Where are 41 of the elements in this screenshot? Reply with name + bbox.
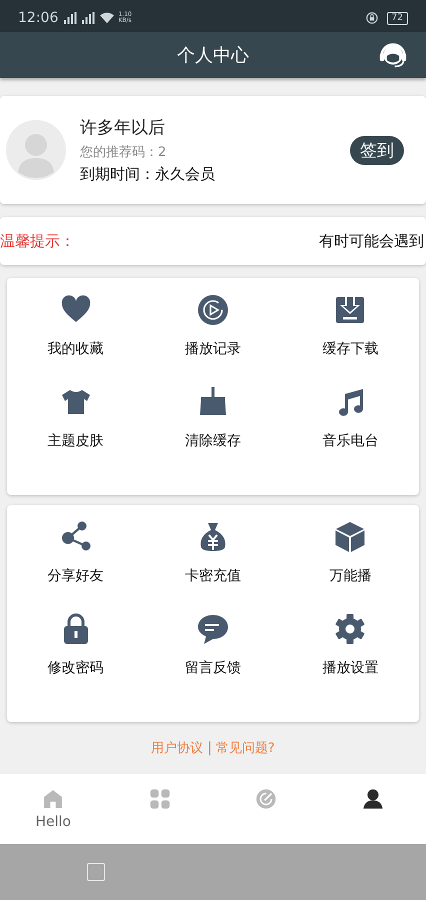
compass-icon [255, 788, 278, 810]
gear-icon [334, 613, 366, 645]
avatar-icon [6, 120, 66, 180]
support-button[interactable] [378, 41, 408, 69]
menu-item[interactable]: 缓存下载 [282, 286, 419, 378]
link-separator: | [207, 740, 212, 756]
menu-item[interactable]: 播放记录 [144, 286, 282, 378]
lock-rotation-icon [364, 12, 379, 24]
download-tray-icon [334, 294, 366, 326]
menu-item[interactable]: 修改密码 [7, 605, 144, 697]
signal-icon [82, 12, 96, 24]
wifi-icon [100, 12, 114, 24]
clock: 12:06 [18, 10, 58, 26]
menu-item[interactable]: 主题皮肤 [7, 378, 144, 470]
apps-grid-icon [148, 788, 171, 810]
menu-item[interactable]: 留言反馈 [144, 605, 282, 697]
headset-icon [378, 41, 408, 69]
person-icon [362, 788, 384, 810]
home-icon [42, 788, 64, 810]
menu-item[interactable]: 万能播 [282, 513, 419, 605]
signal-icon [64, 12, 78, 24]
sign-in-button[interactable]: 签到 [350, 136, 404, 164]
user-name: 许多年以后 [80, 117, 166, 139]
menu-item[interactable]: 清除缓存 [144, 378, 282, 470]
page-title: 个人中心 [177, 44, 249, 67]
recents-button[interactable] [87, 863, 105, 881]
referral-code: 您的推荐码：2 [80, 144, 168, 161]
tab-item[interactable]: Hello [0, 774, 106, 844]
menu-item[interactable]: 播放设置 [282, 605, 419, 697]
speech-bubble-icon [196, 613, 229, 645]
play-circle-icon [196, 294, 229, 326]
notice-text: 有时可能会遇到 [319, 232, 424, 250]
notice-label: 温馨提示： [0, 232, 75, 250]
battery-level: 72 [386, 12, 408, 24]
share-icon [60, 521, 92, 553]
menu-item[interactable]: 卡密充值 [144, 513, 282, 605]
cube-icon [334, 521, 366, 553]
menu-item[interactable]: 音乐电台 [282, 378, 419, 470]
membership-expiry: 到期时间：永久会员 [80, 165, 216, 184]
menu-item[interactable]: 我的收藏 [7, 286, 144, 378]
menu-item[interactable]: 分享好友 [7, 513, 144, 605]
